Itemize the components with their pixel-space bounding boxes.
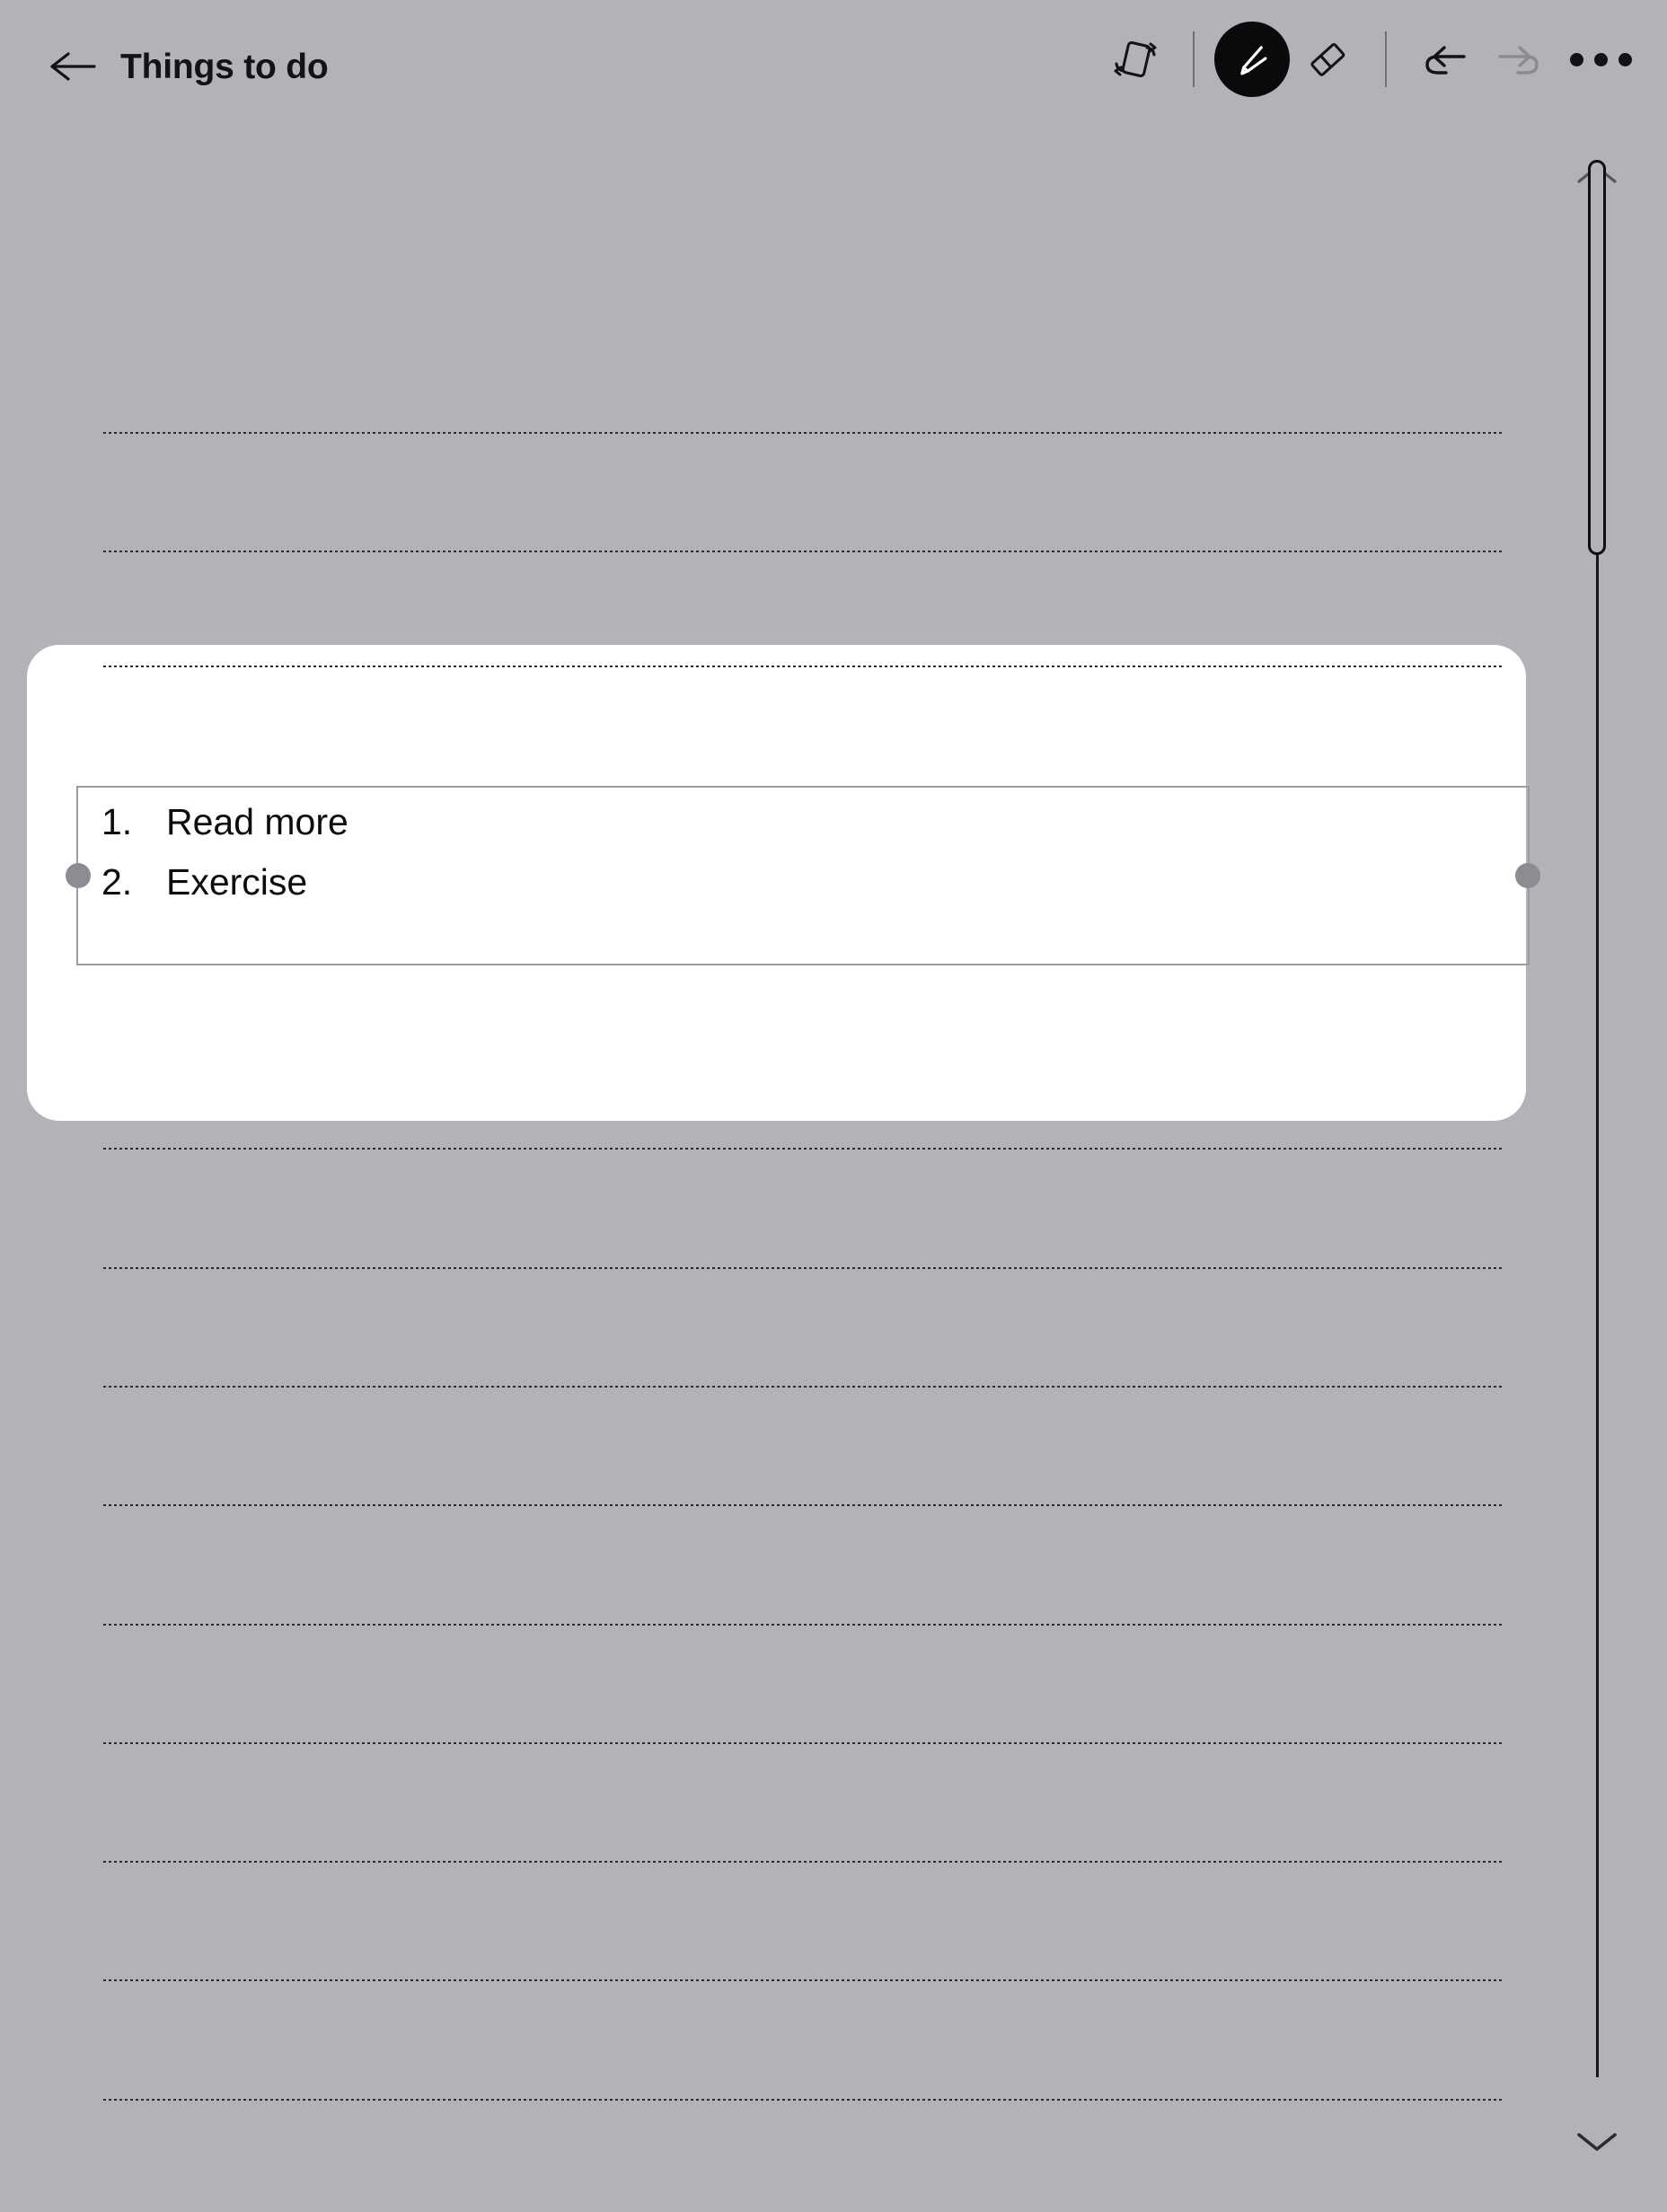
vertical-scrollbar[interactable] (1527, 135, 1667, 2212)
redo-icon (1498, 46, 1539, 75)
undo-icon-button[interactable] (1407, 22, 1482, 97)
ruled-line (103, 1147, 1502, 1150)
ruled-line (103, 665, 1502, 667)
list-item-number: 1. (101, 801, 133, 842)
ruled-line (103, 431, 1502, 434)
text-selection-box[interactable]: 1. Read more 2. Exercise (66, 786, 1540, 965)
page-title: Things to do (120, 47, 329, 86)
list-item[interactable]: 2. Exercise (101, 864, 1519, 924)
tool-group (1098, 16, 1644, 102)
ruled-line (103, 1623, 1502, 1626)
ruled-line (103, 1978, 1502, 1981)
toolbar-divider-2 (1385, 31, 1387, 87)
selection-handle-left[interactable] (66, 863, 91, 888)
ruled-line (103, 550, 1502, 552)
undo-icon (1425, 46, 1466, 75)
ruled-line (103, 1266, 1502, 1269)
eraser-icon (1310, 43, 1345, 76)
more-dot-2 (1593, 52, 1608, 66)
chevron-down-icon[interactable] (1574, 2128, 1620, 2156)
more-dot-3 (1618, 52, 1632, 66)
rotate-page-icon (1114, 41, 1157, 77)
converted-text-list: 1. Read more 2. Exercise (101, 804, 1519, 924)
note-canvas[interactable] (0, 135, 1527, 2212)
list-item[interactable]: 1. Read more (101, 804, 1519, 864)
ruled-line (103, 2098, 1502, 2101)
toolbar-divider-1 (1193, 31, 1195, 87)
ruled-line (103, 1860, 1502, 1863)
ruled-line (103, 1741, 1502, 1744)
more-dot-1 (1569, 52, 1583, 66)
ruled-line (103, 1503, 1502, 1506)
pen-icon (1240, 46, 1267, 75)
back-navigation-group: Things to do (47, 41, 329, 92)
list-item-text: Exercise (166, 861, 308, 903)
list-item-text: Read more (166, 801, 348, 842)
pen-icon-button[interactable] (1214, 22, 1290, 97)
scroll-thumb[interactable] (1588, 160, 1606, 555)
redo-icon-button[interactable] (1482, 22, 1557, 97)
eraser-icon-button[interactable] (1290, 22, 1365, 97)
list-item-number: 2. (101, 861, 133, 903)
more-options-icon-button[interactable] (1557, 22, 1644, 97)
rotate-page-icon-button[interactable] (1098, 22, 1173, 97)
ruled-line (103, 1385, 1502, 1388)
top-toolbar: Things to do (0, 0, 1667, 135)
back-arrow-icon[interactable] (47, 47, 97, 86)
